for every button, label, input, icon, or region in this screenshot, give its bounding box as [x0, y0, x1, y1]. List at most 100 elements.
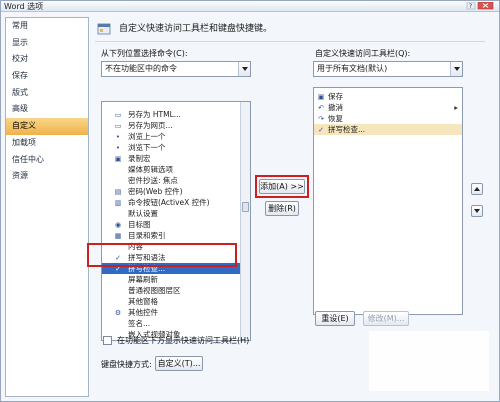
record-icon: ▣ [114, 155, 122, 163]
sidebar: 常用 显示 校对 保存 版式 高级 自定义 加载项 信任中心 资源 [5, 17, 89, 397]
move-up-button[interactable] [471, 183, 483, 195]
dot-icon: • [115, 133, 121, 141]
move-down-button[interactable] [471, 205, 483, 217]
remove-button[interactable]: 删除(R) [265, 201, 299, 216]
list-item-label: 目标图 [128, 220, 151, 229]
sidebar-item-advanced[interactable]: 高级 [6, 101, 88, 118]
document-scope-value: 用于所有文档(默认) [317, 64, 388, 73]
list-item[interactable]: ▣ 保存 [314, 91, 462, 102]
spellcheck-icon: ✓ [318, 126, 324, 134]
control-icon: ⚙ [114, 309, 122, 317]
list-item[interactable]: ✓ 拼写和语法 [102, 252, 250, 263]
document-icon: ▭ [114, 111, 122, 119]
choose-commands-label: 从下列位置选择命令(C): [101, 49, 188, 58]
list-item-label: 屏幕刷新 [128, 275, 158, 284]
arrow-up-icon [474, 187, 480, 191]
target-icon: ◉ [114, 221, 122, 229]
sidebar-item-resources[interactable]: 资源 [6, 168, 88, 185]
list-item-label: 浏览上一个 [128, 132, 166, 141]
arrow-down-icon [474, 209, 480, 213]
list-item-label: 恢复 [328, 114, 343, 123]
document-scope-combo[interactable]: 用于所有文档(默认) [313, 61, 463, 77]
chevron-down-icon[interactable] [450, 62, 462, 76]
list-item[interactable]: 媒体剪辑选项 [102, 164, 250, 175]
button-icon: ▥ [114, 199, 122, 207]
chevron-down-icon[interactable] [238, 62, 250, 76]
sidebar-item-customize[interactable]: 自定义 [6, 118, 88, 135]
list-item-label: 默认设置 [128, 209, 158, 218]
spellcheck-icon: ✓ [115, 265, 121, 273]
list-item-label: 录制宏 [128, 154, 151, 163]
list-item-label: 签名... [128, 319, 151, 328]
sidebar-item-display[interactable]: 显示 [6, 35, 88, 52]
list-item[interactable]: ⚙ 其他控件 [102, 307, 250, 318]
keyboard-customize-button[interactable]: 自定义(T)... [155, 356, 203, 371]
toolbar-commands-list[interactable]: ▣ 保存 ↶ 撤消 ▸ ↷ 恢复 ✓ 拼写检查... [313, 87, 463, 315]
list-item-label: 内容 [128, 242, 143, 251]
list-item[interactable]: 密件抄送: 焦点 [102, 175, 250, 186]
list-item[interactable]: 签名... [102, 318, 250, 329]
list-item[interactable]: 内容 [102, 241, 250, 252]
customize-toolbar-label: 自定义快速访问工具栏(Q): [315, 49, 411, 58]
submenu-arrow-icon: ▸ [454, 103, 458, 112]
list-item-label: 其他窗格 [128, 297, 158, 306]
reset-button[interactable]: 重设(E) [315, 311, 355, 326]
spell-icon: ✓ [115, 254, 121, 262]
commands-scrollbar[interactable] [240, 102, 250, 340]
modify-button: 修改(M)... [363, 311, 409, 326]
sidebar-item-proofing[interactable]: 校对 [6, 51, 88, 68]
show-below-ribbon-checkbox[interactable] [103, 336, 112, 345]
sidebar-item-general[interactable]: 常用 [6, 18, 88, 35]
list-item-label: 目录和索引 [128, 231, 166, 240]
list-item-label: 拼写检查... [128, 264, 166, 273]
list-item-label: 另存为 HTML... [128, 110, 181, 119]
sidebar-item-save[interactable]: 保存 [6, 68, 88, 85]
word-options-window: Word 选项 ? 常用 显示 校对 保存 版式 高级 自定义 加载项 信任中心… [0, 0, 500, 402]
list-item-selected[interactable]: ✓ 拼写检查... [314, 124, 462, 135]
watermark-overlay [369, 331, 489, 391]
list-item-label: 拼写和语法 [128, 253, 166, 262]
add-button[interactable]: 添加(A) >> [259, 179, 305, 194]
list-item-label: 其他控件 [128, 308, 158, 317]
sidebar-item-layout[interactable]: 版式 [6, 85, 88, 102]
title-bar: Word 选项 ? [1, 1, 499, 12]
window-title: Word 选项 [4, 2, 44, 11]
list-item-selected[interactable]: ✓ 拼写检查... [102, 263, 250, 274]
list-item-label: 另存为网页... [128, 121, 173, 130]
index-icon: ▦ [114, 232, 122, 240]
choose-commands-combo[interactable]: 不在功能区中的命令 [101, 61, 251, 77]
list-item[interactable]: ◉ 目标图 [102, 219, 250, 230]
list-item-label: 浏览下一个 [128, 143, 166, 152]
list-item[interactable]: • 浏览上一个 [102, 131, 250, 142]
list-item[interactable]: ▦ 目录和索引 [102, 230, 250, 241]
document-icon: ▭ [114, 122, 122, 130]
sidebar-item-trust-center[interactable]: 信任中心 [6, 152, 88, 169]
list-item-label: 撤消 [328, 103, 343, 112]
list-item[interactable]: ↷ 恢复 [314, 113, 462, 124]
list-item[interactable]: 其他窗格 [102, 296, 250, 307]
list-item[interactable]: ▭ 另存为网页... [102, 120, 250, 131]
sidebar-item-addins[interactable]: 加载项 [6, 135, 88, 152]
show-below-ribbon-label: 在功能区下方显示快速访问工具栏(H) [117, 336, 250, 345]
section-header-text: 自定义快速访问工具栏和键盘快捷键。 [119, 24, 273, 34]
undo-icon: ↶ [318, 104, 324, 112]
list-item[interactable]: 默认设置 [102, 208, 250, 219]
list-item-label: 命令按钮(ActiveX 控件) [128, 198, 210, 207]
section-header: 自定义快速访问工具栏和键盘快捷键。 [95, 20, 485, 42]
list-item[interactable]: ▣ 录制宏 [102, 153, 250, 164]
svg-text:?: ? [469, 3, 472, 10]
customize-toolbar-icon [97, 23, 111, 35]
scrollbar-thumb[interactable] [242, 202, 249, 212]
list-item[interactable]: ▥ 命令按钮(ActiveX 控件) [102, 197, 250, 208]
list-item[interactable]: • 浏览下一个 [102, 142, 250, 153]
window-controls[interactable]: ? [466, 2, 496, 10]
available-commands-list[interactable]: ▭ 另存为 HTML... ▭ 另存为网页... • 浏览上一个 • 浏览下一个 ▣ 录制… [101, 101, 251, 341]
list-item[interactable]: ▤ 密码(Web 控件) [102, 186, 250, 197]
redo-icon: ↷ [318, 115, 324, 123]
list-item-label: 拼写检查... [328, 125, 366, 134]
list-item[interactable]: 屏幕刷新 [102, 274, 250, 285]
list-item[interactable]: 普通视图图层区 [102, 285, 250, 296]
list-item[interactable]: ↶ 撤消 ▸ [314, 102, 462, 113]
choose-commands-value: 不在功能区中的命令 [105, 64, 177, 73]
list-item[interactable]: ▭ 另存为 HTML... [102, 109, 250, 120]
